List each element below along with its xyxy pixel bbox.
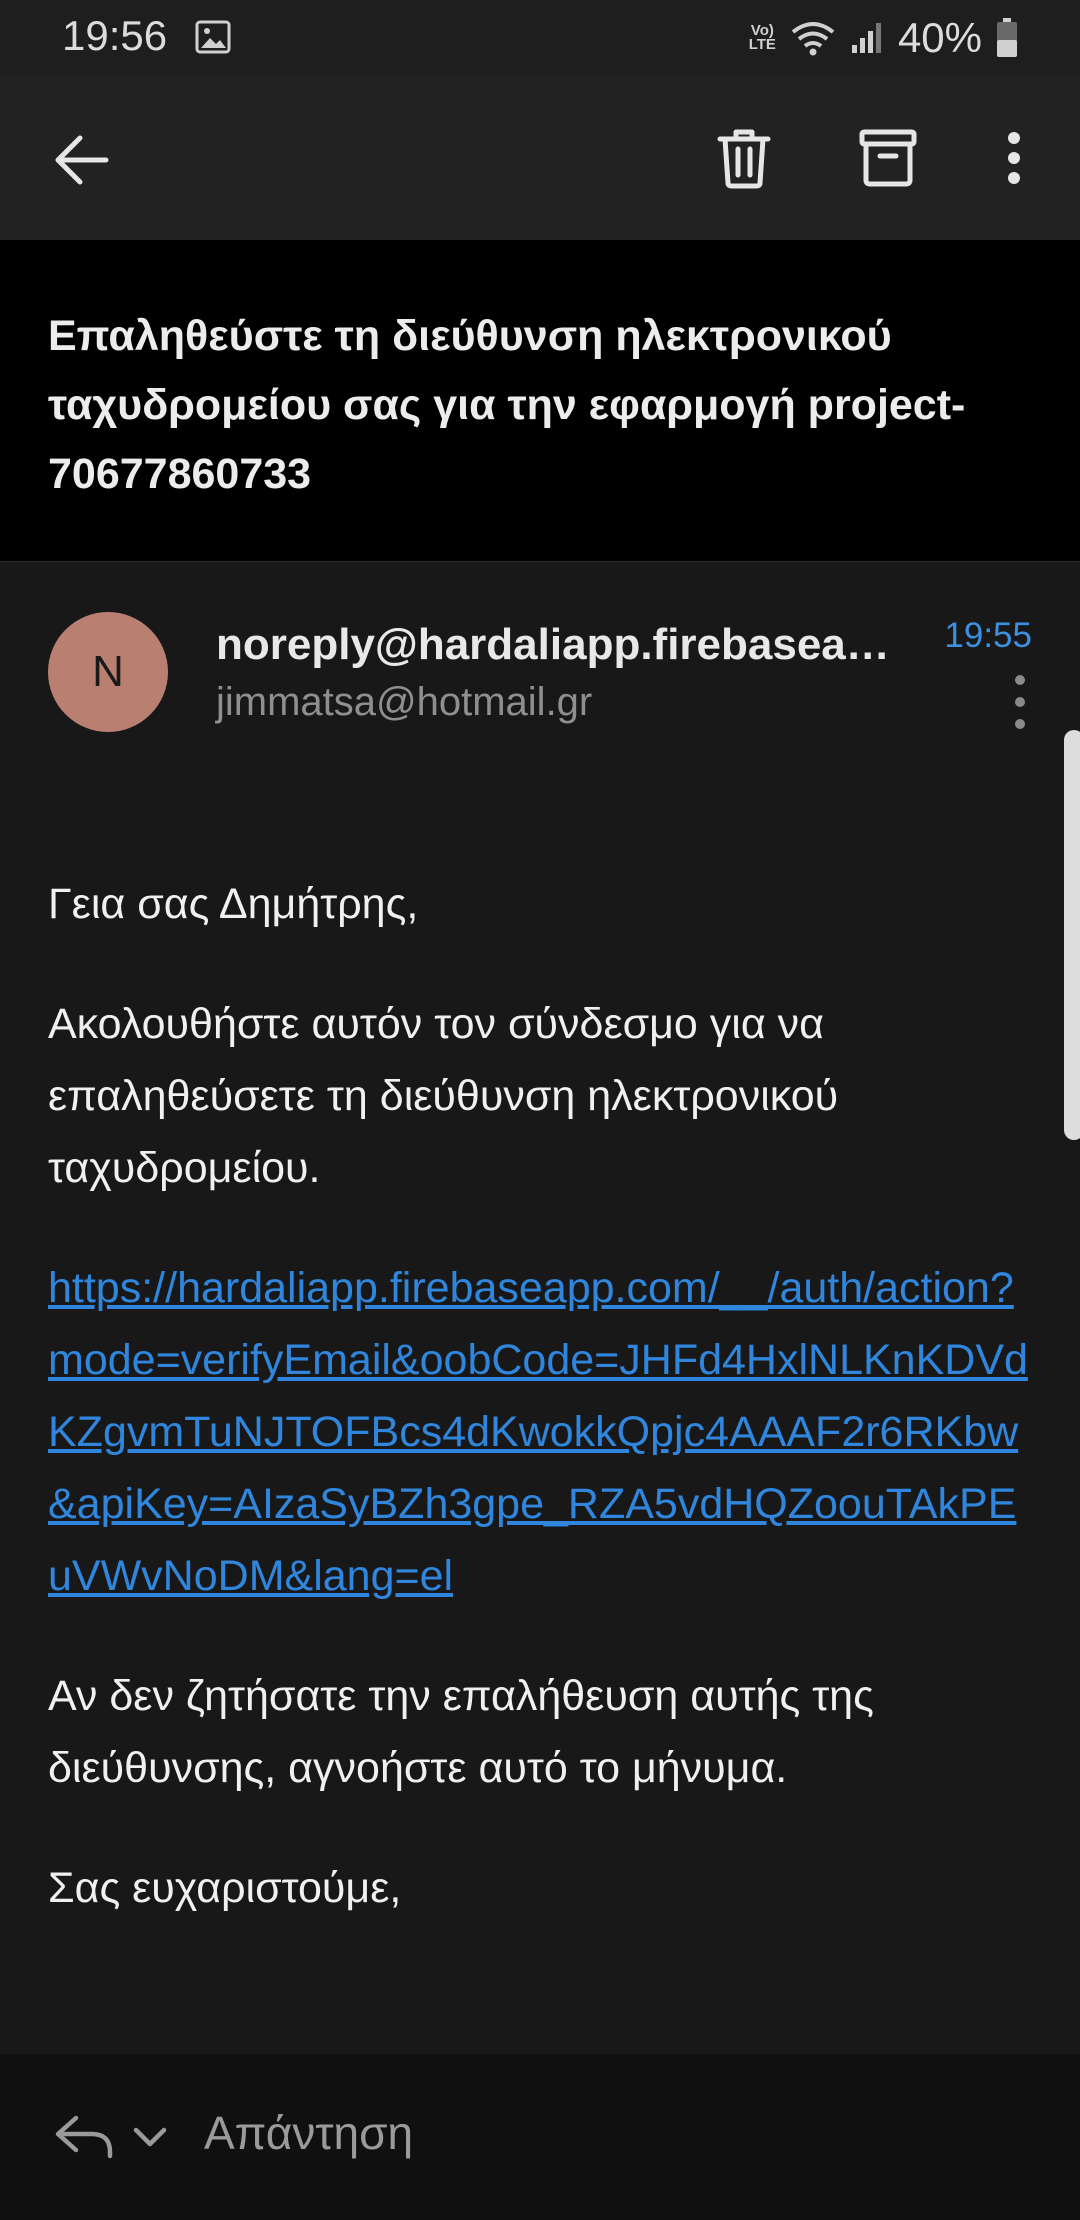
back-button[interactable] xyxy=(42,120,122,200)
app-bar xyxy=(0,76,1080,240)
status-bar: 19:56 Vo) LTE 40% xyxy=(0,0,1080,76)
battery-percent: 40% xyxy=(897,14,982,61)
email-subject-area: Επαληθεύστε τη διεύθυνση ηλεκτρονικού τα… xyxy=(0,240,1080,562)
reply-icon[interactable] xyxy=(52,2104,116,2168)
reply-label[interactable]: Απάντηση xyxy=(204,2106,413,2160)
signal-icon xyxy=(851,23,881,53)
lte-label: LTE xyxy=(748,36,776,53)
archive-button[interactable] xyxy=(846,116,930,200)
email-subject: Επαληθεύστε τη διεύθυνση ηλεκτρονικού τα… xyxy=(48,312,966,498)
delete-button[interactable] xyxy=(702,116,786,200)
verification-link[interactable]: https://hardaliapp.firebaseapp.com/__/au… xyxy=(48,1252,1038,1612)
trash-icon xyxy=(717,129,771,189)
recipient-address[interactable]: jimmatsa@hotmail.gr xyxy=(216,680,592,725)
body-instruction: Ακολουθήστε αυτόν τον σύνδεσμο για να επ… xyxy=(48,1000,839,1192)
more-options-button[interactable] xyxy=(986,116,1042,200)
volte-indicator: Vo) LTE xyxy=(748,23,776,53)
status-time: 19:56 xyxy=(62,12,168,59)
email-time: 19:55 xyxy=(944,616,1032,655)
sender-address[interactable]: noreply@hardaliapp.firebaseapp.com xyxy=(216,620,906,670)
body-ignore-note: Αν δεν ζητήσατε την επαλήθευση αυτής της… xyxy=(48,1672,874,1792)
arrow-left-icon xyxy=(55,135,109,185)
wifi-icon xyxy=(791,22,835,56)
avatar-letter: N xyxy=(92,647,124,696)
gallery-notification-icon xyxy=(195,20,231,54)
email-body: Γεια σας Δημήτρης, Ακολουθήστε αυτόν τον… xyxy=(48,868,1038,1972)
body-closing: Σας ευχαριστούμε, xyxy=(48,1864,402,1912)
reply-bar[interactable]: Απάντηση xyxy=(0,2054,1080,2220)
chevron-down-icon[interactable] xyxy=(128,2116,172,2160)
battery-icon xyxy=(997,18,1017,57)
body-greeting: Γεια σας Δημήτρης, xyxy=(48,880,419,928)
email-header: N noreply@hardaliapp.firebaseapp.com jim… xyxy=(0,562,1080,762)
status-indicators: Vo) LTE 40% xyxy=(749,14,1018,62)
message-more-icon[interactable] xyxy=(1008,672,1032,732)
sender-avatar[interactable]: N xyxy=(48,612,168,732)
scrollbar-handle[interactable] xyxy=(1064,730,1080,1140)
archive-icon xyxy=(859,129,917,187)
more-vertical-icon xyxy=(1008,132,1020,184)
